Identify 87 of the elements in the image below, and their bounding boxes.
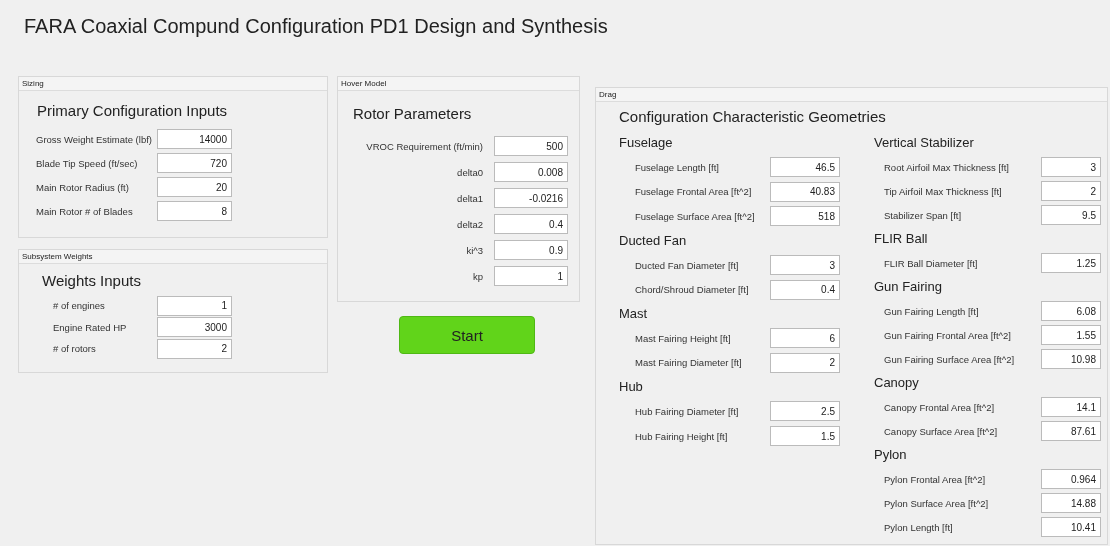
field-label: Stabilizer Span [ft] bbox=[884, 209, 963, 221]
field-label: Gun Fairing Surface Area [ft^2] bbox=[884, 353, 1016, 365]
input-field[interactable]: 500 bbox=[494, 136, 568, 156]
field-label: Main Rotor Radius (ft) bbox=[36, 181, 130, 193]
input-field[interactable]: 14.88 bbox=[1041, 493, 1101, 513]
group-heading: Canopy bbox=[874, 374, 920, 392]
field-label: Gun Fairing Length [ft] bbox=[884, 305, 980, 317]
field-label: # of rotors bbox=[53, 343, 97, 355]
input-field[interactable]: 1 bbox=[157, 295, 232, 316]
field-label: Tip Airfoil Max Thickness [ft] bbox=[884, 185, 1003, 197]
field-label: Gross Weight Estimate (lbf) bbox=[36, 133, 152, 145]
group-heading: Mast bbox=[619, 304, 649, 323]
input-field[interactable]: -0.0216 bbox=[494, 188, 568, 208]
field-label: delta0 bbox=[456, 166, 483, 178]
input-field[interactable]: 10.41 bbox=[1041, 517, 1101, 537]
field-label: Engine Rated HP bbox=[53, 321, 128, 333]
section-heading: Configuration Characteristic Geometries bbox=[619, 107, 887, 127]
field-label: Fuselage Surface Area [ft^2] bbox=[635, 211, 756, 222]
input-field[interactable]: 0.4 bbox=[494, 214, 568, 234]
input-field[interactable]: 14000 bbox=[157, 129, 232, 149]
field-label: Blade Tip Speed (ft/sec) bbox=[36, 157, 139, 169]
input-field[interactable]: 6 bbox=[770, 328, 840, 349]
field-label: ki^3 bbox=[465, 244, 483, 256]
field-label: Mast Fairing Diameter [ft] bbox=[635, 357, 743, 369]
window-title: FARA Coaxial Compund Configuration PD1 Design and Synthesis bbox=[23, 14, 609, 39]
section-heading: Primary Configuration Inputs bbox=[37, 101, 229, 121]
input-field[interactable]: 14.1 bbox=[1041, 397, 1101, 417]
section-heading: Weights Inputs bbox=[42, 271, 142, 291]
field-label: Mast Fairing Height [ft] bbox=[635, 332, 732, 344]
input-field[interactable]: 3000 bbox=[157, 317, 232, 338]
input-field[interactable]: 3 bbox=[770, 255, 840, 276]
field-label: # of engines bbox=[53, 300, 106, 312]
field-label: Ducted Fan Diameter [ft] bbox=[635, 259, 740, 271]
group-heading: FLIR Ball bbox=[874, 230, 929, 248]
input-field[interactable]: 2 bbox=[770, 352, 840, 373]
start-button[interactable]: Start bbox=[399, 316, 535, 354]
field-label: Main Rotor # of Blades bbox=[36, 205, 134, 217]
field-label: VROC Requirement (ft/min) bbox=[365, 140, 483, 152]
input-field[interactable]: 518 bbox=[770, 206, 840, 227]
field-label: FLIR Ball Diameter [ft] bbox=[884, 257, 979, 269]
field-label: Pylon Surface Area [ft^2] bbox=[884, 497, 990, 509]
input-field[interactable]: 2 bbox=[1041, 181, 1101, 201]
input-field[interactable]: 46.5 bbox=[770, 157, 840, 178]
input-field[interactable]: 20 bbox=[157, 177, 232, 197]
input-field[interactable]: 10.98 bbox=[1041, 349, 1101, 369]
field-label: Canopy Frontal Area [ft^2] bbox=[884, 401, 996, 413]
field-label: Pylon Length [ft] bbox=[884, 521, 954, 533]
panel-title: Drag bbox=[596, 88, 1107, 102]
input-field[interactable]: 6.08 bbox=[1041, 301, 1101, 321]
group-heading: Ducted Fan bbox=[619, 231, 688, 250]
input-field[interactable]: 0.9 bbox=[494, 240, 568, 260]
field-label: delta1 bbox=[456, 192, 483, 204]
input-field[interactable]: 2 bbox=[157, 338, 232, 359]
input-field[interactable]: 2.5 bbox=[770, 401, 840, 422]
input-field[interactable]: 8 bbox=[157, 201, 232, 221]
input-field[interactable]: 1.5 bbox=[770, 426, 840, 447]
group-heading: Pylon bbox=[874, 446, 908, 464]
field-label: Fuselage Frontal Area [ft^2] bbox=[635, 186, 753, 198]
field-label: Hub Fairing Height [ft] bbox=[635, 430, 729, 442]
field-label: Chord/Shroud Diameter [ft] bbox=[635, 284, 750, 296]
input-field[interactable]: 0.4 bbox=[770, 279, 840, 300]
input-field[interactable]: 3 bbox=[1041, 157, 1101, 177]
field-label: Fuselage Length [ft] bbox=[635, 161, 720, 173]
field-label: Pylon Frontal Area [ft^2] bbox=[884, 473, 987, 485]
field-label: Canopy Surface Area [ft^2] bbox=[884, 425, 999, 437]
input-field[interactable]: 0.008 bbox=[494, 162, 568, 182]
group-heading: Fuselage bbox=[619, 134, 674, 152]
input-field[interactable]: 1 bbox=[494, 266, 568, 286]
input-field[interactable]: 720 bbox=[157, 153, 232, 173]
field-label: Root Airfoil Max Thickness [ft] bbox=[884, 161, 1010, 173]
panel-title: Hover Model bbox=[338, 77, 579, 91]
input-field[interactable]: 1.25 bbox=[1041, 253, 1101, 273]
field-label: delta2 bbox=[456, 218, 483, 230]
group-heading: Gun Fairing bbox=[874, 278, 943, 296]
field-label: Hub Fairing Diameter [ft] bbox=[635, 405, 740, 417]
input-field[interactable]: 0.964 bbox=[1041, 469, 1101, 489]
group-heading: Hub bbox=[619, 378, 644, 397]
field-label: Gun Fairing Frontal Area [ft^2] bbox=[884, 329, 1012, 341]
panel-title: Sizing bbox=[19, 77, 327, 91]
section-heading: Rotor Parameters bbox=[353, 104, 473, 124]
field-label: kp bbox=[471, 270, 483, 282]
input-field[interactable]: 87.61 bbox=[1041, 421, 1101, 441]
input-field[interactable]: 1.55 bbox=[1041, 325, 1101, 345]
panel-title: Subsystem Weights bbox=[19, 250, 327, 264]
input-field[interactable]: 9.5 bbox=[1041, 205, 1101, 225]
group-heading: Vertical Stabilizer bbox=[874, 134, 975, 152]
input-field[interactable]: 40.83 bbox=[770, 181, 840, 202]
